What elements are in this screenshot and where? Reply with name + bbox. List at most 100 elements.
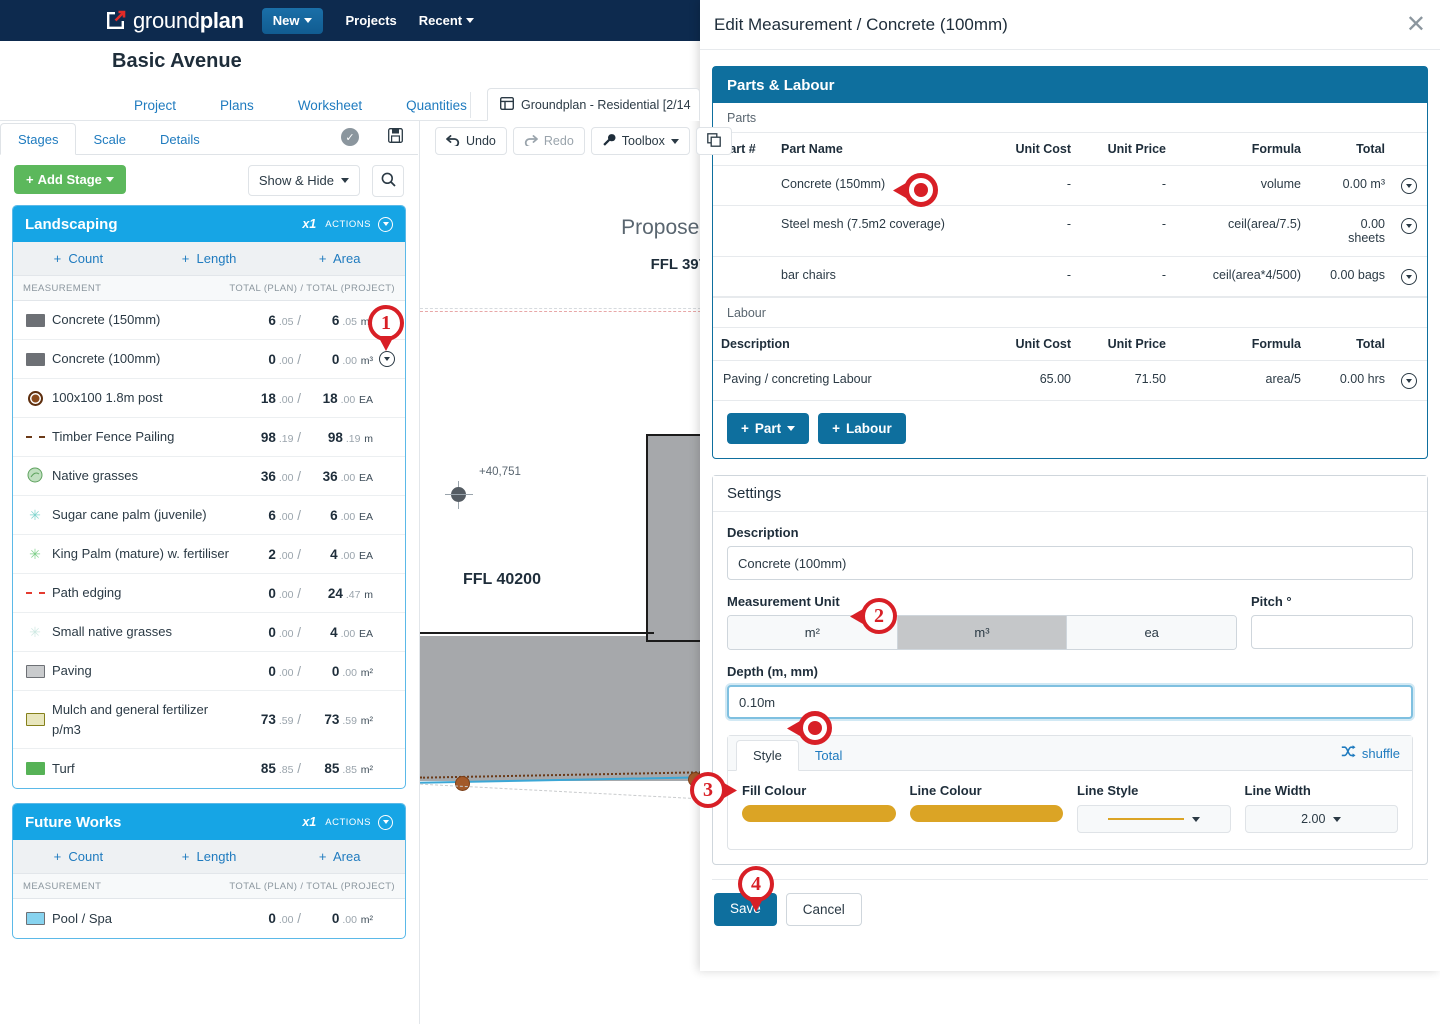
row-actions-caret-icon[interactable]	[1401, 218, 1417, 234]
parts-table-header-row: Part # Part Name Unit Cost Unit Price Fo…	[713, 133, 1427, 166]
undo-button[interactable]: Undo	[435, 127, 507, 155]
add-count-button[interactable]: + Count	[13, 242, 144, 275]
part-row-actions[interactable]	[1391, 205, 1427, 257]
part-unit-cost: -	[976, 256, 1071, 297]
tab-quantities[interactable]: Quantities	[384, 92, 489, 122]
check-icon[interactable]: ✓	[341, 128, 359, 146]
tab-worksheet[interactable]: Worksheet	[276, 92, 384, 122]
col-formula: Formula	[1166, 133, 1301, 166]
stage-actions-caret-icon[interactable]	[378, 216, 393, 232]
measurement-column-headers: MEASUREMENT TOTAL (PLAN) / TOTAL (PROJECT…	[13, 874, 405, 899]
line-style-preview	[1107, 818, 1184, 820]
measurement-row[interactable]: Native grasses 36.00 / 36.00 EA	[13, 457, 405, 496]
stage-actions-label[interactable]: ACTIONS	[325, 817, 371, 828]
redo-label: Redo	[543, 134, 574, 148]
shuffle-button[interactable]: shuffle	[1341, 745, 1400, 761]
measurement-total-project: 0.00 m²	[331, 663, 373, 679]
row-actions-caret-icon[interactable]	[1401, 269, 1417, 285]
groundplan-logo[interactable]: groundplan	[105, 8, 244, 34]
parts-table-row[interactable]: bar chairs - - ceil(area*4/500) 0.00 bags	[713, 256, 1427, 297]
row-actions-caret-icon[interactable]	[1401, 373, 1417, 389]
measurement-row[interactable]: Concrete (100mm) 0.00 / 0.00 m³	[13, 340, 405, 379]
parts-table-row[interactable]: Steel mesh (7.5m2 coverage) - - ceil(area/7…	[713, 205, 1427, 257]
palm-icon: ✳	[29, 546, 41, 562]
tab-details[interactable]: Details	[143, 124, 217, 154]
labour-table-row[interactable]: Paving / concreting Labour 65.00 71.50 area…	[713, 360, 1427, 401]
measurement-name: Native grasses	[52, 468, 138, 484]
add-labour-button[interactable]: + Labour	[818, 413, 906, 444]
style-box: Style Total shuffle Fill Colour Line Col…	[727, 735, 1413, 850]
measurement-total-plan: 36.00 /	[260, 468, 301, 484]
measurement-row[interactable]: ✳ Sugar cane palm (juvenile) 6.00 / 6.00 EA	[13, 496, 405, 535]
line-width-select[interactable]: 2.00	[1244, 805, 1398, 833]
line-style-select[interactable]	[1077, 805, 1231, 833]
measurement-total-project: 6.05 m³	[331, 312, 373, 328]
save-disk-icon[interactable]	[388, 128, 403, 147]
search-button[interactable]	[372, 165, 404, 197]
add-length-button[interactable]: + Length	[144, 840, 275, 873]
close-icon[interactable]: ✕	[1406, 12, 1426, 37]
tab-divider	[470, 92, 471, 118]
measurement-row[interactable]: Pool / Spa 0.00 / 0.00 m²	[13, 899, 405, 938]
measurement-row[interactable]: Mulch and general fertilizer p/m3 73.59 /…	[13, 691, 405, 749]
add-area-button[interactable]: + Area	[274, 242, 405, 275]
plan-tab[interactable]: Groundplan - Residential [2/14	[487, 88, 700, 121]
measurement-row[interactable]: Timber Fence Pailing 98.19 / 98.19 m	[13, 418, 405, 457]
measurement-row[interactable]: 100x100 1.8m post 18.00 / 18.00 EA	[13, 379, 405, 418]
part-row-actions[interactable]	[1391, 165, 1427, 206]
add-stage-button[interactable]: + Add Stage	[14, 165, 126, 194]
add-part-button[interactable]: + Part	[727, 413, 810, 444]
measurement-row[interactable]: ✳ Small native grasses 0.00 / 4.00 EA	[13, 613, 405, 652]
add-length-button[interactable]: + Length	[144, 242, 275, 275]
copy-button[interactable]	[695, 127, 732, 155]
unit-option-m3[interactable]: m³	[897, 616, 1068, 649]
measurement-name: Concrete (100mm)	[52, 351, 161, 367]
tab-scale[interactable]: Scale	[76, 124, 143, 154]
redo-button[interactable]: Redo	[512, 127, 585, 155]
part-name: Steel mesh (7.5m2 coverage)	[771, 205, 976, 257]
unit-option-ea[interactable]: ea	[1067, 616, 1236, 649]
fill-colour-swatch[interactable]	[742, 805, 896, 822]
labour-formula: area/5	[1166, 360, 1301, 401]
tab-plans[interactable]: Plans	[198, 92, 276, 122]
nav-recent-label: Recent	[418, 13, 463, 28]
line-width-label: Line Width	[1244, 783, 1311, 798]
line-colour-swatch[interactable]	[909, 805, 1063, 822]
building-outline	[646, 434, 700, 642]
parts-table-row[interactable]: Concrete (150mm) - - volume 0.00 m³	[713, 165, 1427, 206]
stage-actions-caret-icon[interactable]	[378, 814, 393, 830]
measurement-row[interactable]: Paving 0.00 / 0.00 m²	[13, 652, 405, 691]
measurement-name: Small native grasses	[52, 624, 172, 640]
toolbox-button[interactable]: Toolbox	[590, 127, 690, 155]
show-hide-dropdown[interactable]: Show & Hide	[247, 165, 360, 196]
add-count-button[interactable]: + Count	[13, 840, 144, 873]
col-actions	[1391, 328, 1427, 361]
nav-projects[interactable]: Projects	[345, 13, 396, 28]
measurement-row[interactable]: ✳ King Palm (mature) w. fertiliser 2.00 / 4…	[13, 535, 405, 574]
cancel-button[interactable]: Cancel	[785, 893, 862, 926]
brand-light: ground	[133, 7, 200, 33]
stage-name: Future Works	[25, 813, 122, 831]
tab-total[interactable]: Total	[799, 741, 858, 770]
measurement-row[interactable]: Turf 85.85 / 85.85 m²	[13, 749, 405, 788]
part-row-actions[interactable]	[1391, 256, 1427, 297]
tab-style[interactable]: Style	[736, 740, 799, 771]
vertex-handle[interactable]	[455, 776, 470, 791]
unit-pitch-row: Measurement Unit m² m³ ea Pitch °	[727, 594, 1413, 650]
measurement-unit-segmented: m² m³ ea	[727, 615, 1237, 650]
tab-stages[interactable]: Stages	[0, 123, 77, 155]
row-actions-caret-icon[interactable]	[1401, 178, 1417, 194]
nav-recent[interactable]: Recent	[418, 13, 475, 28]
add-area-button[interactable]: + Area	[274, 840, 405, 873]
plan-view[interactable]: Proposed FFL 397 +40,751 FFL 40200	[420, 166, 700, 1024]
row-actions-caret-icon[interactable]	[379, 351, 395, 367]
stage-actions-label[interactable]: ACTIONS	[325, 219, 371, 230]
description-input[interactable]	[727, 546, 1413, 580]
new-button[interactable]: New	[261, 7, 324, 34]
tab-project[interactable]: Project	[112, 92, 198, 122]
pitch-input[interactable]	[1251, 615, 1413, 649]
measurement-row[interactable]: Path edging 0.00 / 24.47 m	[13, 574, 405, 613]
measurement-row[interactable]: Concrete (150mm) 6.05 / 6.05 m³	[13, 301, 405, 340]
labour-row-actions[interactable]	[1391, 360, 1427, 401]
annotation-marker-2: 2	[850, 598, 897, 634]
